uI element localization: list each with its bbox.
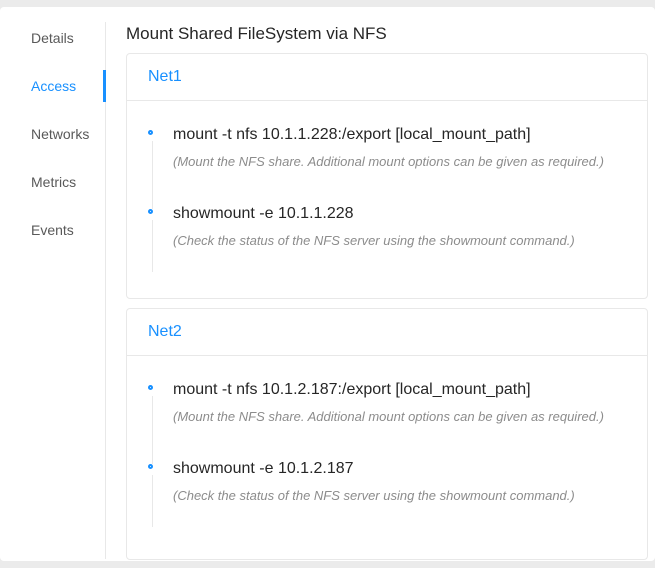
command-text: showmount -e 10.1.1.228 [173,204,623,224]
timeline-item: showmount -e 10.1.1.228 (Check the statu… [127,204,623,249]
card-net2: Net2 mount -t nfs 10.1.2.187:/export [lo… [126,308,648,560]
content-panel: Details Access Networks Metrics Events M… [0,7,655,561]
sidebar: Details Access Networks Metrics Events [0,7,106,561]
timeline-tail [152,396,153,464]
sidebar-item-metrics[interactable]: Metrics [0,166,106,198]
sidebar-item-networks[interactable]: Networks [0,118,106,150]
card-net2-body: mount -t nfs 10.1.2.187:/export [local_m… [127,356,647,504]
card-net1: Net1 mount -t nfs 10.1.1.228:/export [lo… [126,53,648,299]
timeline-dot-icon [148,209,153,214]
timeline-dot-icon [148,130,153,135]
command-note: (Check the status of the NFS server usin… [173,487,623,504]
sidebar-item-events[interactable]: Events [0,214,106,246]
timeline-item: showmount -e 10.1.2.187 (Check the statu… [127,459,623,504]
timeline-tail [152,475,153,527]
timeline-tail [152,220,153,272]
page-title: Mount Shared FileSystem via NFS [126,23,648,45]
command-note: (Mount the NFS share. Additional mount o… [173,153,623,170]
timeline-item: mount -t nfs 10.1.1.228:/export [local_m… [127,125,623,204]
command-note: (Check the status of the NFS server usin… [173,232,623,249]
timeline-tail [152,141,153,209]
command-note: (Mount the NFS share. Additional mount o… [173,408,623,425]
timeline-dot-icon [148,385,153,390]
card-net2-header: Net2 [127,309,647,356]
command-text: showmount -e 10.1.2.187 [173,459,623,479]
card-net1-header: Net1 [127,54,647,101]
card-net1-body: mount -t nfs 10.1.1.228:/export [local_m… [127,101,647,249]
timeline-item: mount -t nfs 10.1.2.187:/export [local_m… [127,380,623,459]
timeline-dot-icon [148,464,153,469]
sidebar-menu: Details Access Networks Metrics Events [0,7,106,246]
sidebar-item-access[interactable]: Access [0,70,106,102]
card-net1-title-link[interactable]: Net1 [148,68,182,86]
command-text: mount -t nfs 10.1.2.187:/export [local_m… [173,380,623,400]
main-content: Mount Shared FileSystem via NFS Net1 mou… [106,7,655,561]
card-net2-title-link[interactable]: Net2 [148,323,182,341]
command-text: mount -t nfs 10.1.1.228:/export [local_m… [173,125,623,145]
sidebar-item-details[interactable]: Details [0,22,106,54]
